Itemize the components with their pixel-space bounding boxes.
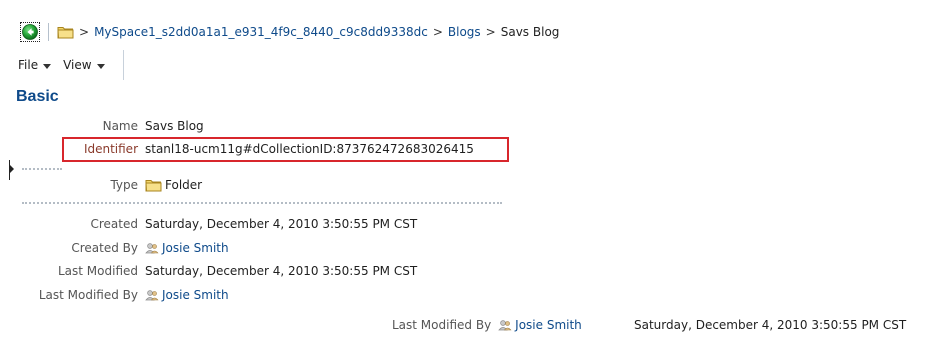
breadcrumb-link-myspace[interactable]: MySpace1_s2dd0a1a1_e931_4f9c_8440_c9c8dd… bbox=[94, 25, 428, 39]
nav-divider bbox=[48, 23, 49, 41]
folder-icon bbox=[57, 25, 74, 39]
footer-date: Saturday, December 4, 2010 3:50:55 PM CS… bbox=[634, 318, 907, 332]
property-row-created-by: Created By Josie Smith bbox=[0, 239, 229, 257]
footer-summary: Last Modified By Josie Smith bbox=[392, 316, 582, 334]
file-menu[interactable]: File bbox=[18, 58, 52, 72]
breadcrumb-separator: > bbox=[432, 25, 443, 39]
type-label: Type bbox=[110, 178, 138, 192]
property-row-type: Type Folder bbox=[0, 176, 202, 194]
back-button[interactable] bbox=[20, 22, 40, 42]
breadcrumb-link-blogs[interactable]: Blogs bbox=[448, 25, 481, 39]
breadcrumb-separator: > bbox=[485, 25, 496, 39]
breadcrumb-bar: > MySpace1_s2dd0a1a1_e931_4f9c_8440_c9c8… bbox=[20, 20, 559, 44]
created-by-user-link[interactable]: Josie Smith bbox=[162, 241, 229, 255]
created-value: Saturday, December 4, 2010 3:50:55 PM CS… bbox=[145, 217, 418, 231]
last-modified-value: Saturday, December 4, 2010 3:50:55 PM CS… bbox=[145, 264, 418, 278]
breadcrumb-current: Savs Blog bbox=[500, 25, 560, 39]
type-value-text: Folder bbox=[165, 178, 203, 192]
view-menu[interactable]: View bbox=[63, 58, 105, 72]
user-icon bbox=[145, 289, 159, 301]
dotted-separator bbox=[22, 202, 502, 204]
created-by-value: Josie Smith bbox=[145, 241, 229, 255]
footer-user-link[interactable]: Josie Smith bbox=[515, 318, 582, 332]
property-row-last-modified: Last Modified Saturday, December 4, 2010… bbox=[0, 262, 417, 280]
property-row-last-modified-by: Last Modified By Josie Smith bbox=[0, 286, 229, 304]
created-label: Created bbox=[90, 217, 139, 231]
menu-divider bbox=[122, 50, 124, 80]
identifier-highlight-box bbox=[62, 137, 509, 162]
dotted-separator bbox=[22, 168, 62, 170]
chevron-down-icon bbox=[96, 63, 105, 69]
footer-date-row: Saturday, December 4, 2010 3:50:55 PM CS… bbox=[634, 316, 906, 334]
section-title: Basic bbox=[16, 88, 59, 105]
name-value: Savs Blog bbox=[145, 119, 204, 133]
last-modified-by-label: Last Modified By bbox=[38, 288, 138, 302]
name-label: Name bbox=[102, 119, 138, 133]
type-value: Folder bbox=[145, 178, 202, 192]
created-by-label: Created By bbox=[71, 241, 138, 255]
back-arrow-icon bbox=[22, 24, 38, 40]
last-modified-by-value: Josie Smith bbox=[145, 288, 229, 302]
footer-label: Last Modified By bbox=[392, 318, 492, 332]
folder-icon bbox=[145, 178, 162, 192]
last-modified-by-user-link[interactable]: Josie Smith bbox=[162, 288, 229, 302]
user-icon bbox=[145, 242, 159, 254]
property-row-created: Created Saturday, December 4, 2010 3:50:… bbox=[0, 215, 418, 233]
chevron-down-icon bbox=[43, 63, 52, 69]
file-menu-label: File bbox=[18, 58, 39, 72]
view-menu-label: View bbox=[63, 58, 92, 72]
property-row-name: Name Savs Blog bbox=[0, 117, 204, 135]
menu-bar: File View bbox=[18, 50, 124, 80]
user-icon bbox=[498, 319, 512, 331]
breadcrumb-separator: > bbox=[79, 25, 90, 39]
last-modified-label: Last Modified bbox=[57, 264, 138, 278]
